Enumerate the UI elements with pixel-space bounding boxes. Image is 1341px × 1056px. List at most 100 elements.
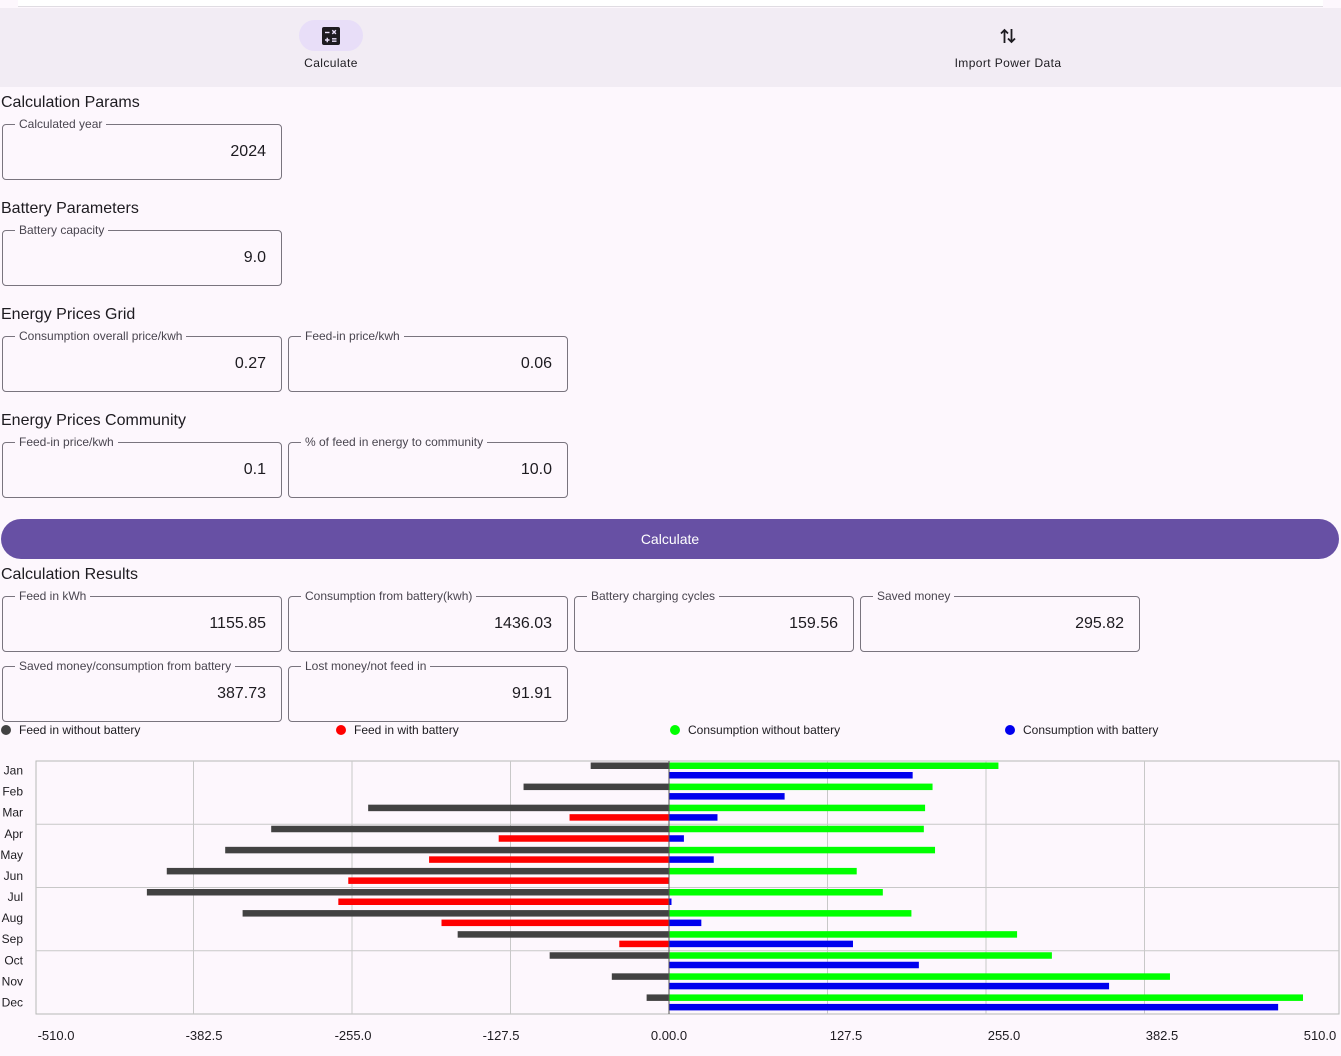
- bar-may-series-0: [225, 846, 669, 854]
- x-tick-label: 255.0: [988, 1028, 1021, 1043]
- lost-money-input[interactable]: [289, 667, 567, 721]
- legend-dot-cons-with: [1005, 725, 1015, 735]
- legend-feed-without-battery: Feed in without battery: [0, 723, 140, 737]
- bar-aug-series-3: [669, 919, 702, 927]
- bar-feb-series-2: [669, 783, 933, 791]
- bar-oct-series-3: [669, 961, 919, 969]
- bar-jan-series-2: [669, 762, 999, 769]
- bar-aug-series-2: [669, 910, 912, 917]
- saved-money-input[interactable]: [861, 597, 1139, 651]
- feed-in-kwh-input[interactable]: [3, 597, 281, 651]
- monthly-energy-bar-chart: Jan Feb Mar Apr May Jun Jul Aug Sep Oct Nov Dec -510…: [0, 760, 1340, 1043]
- x-tick-label: -255.0: [335, 1028, 372, 1043]
- consumption-from-battery-input[interactable]: [289, 597, 567, 651]
- top-divider: [18, 0, 1323, 7]
- bar-apr-series-1: [498, 835, 669, 842]
- legend-dot-feed-without: [1, 725, 11, 735]
- calculator-icon: [322, 26, 340, 45]
- swap-vertical-icon: [1000, 28, 1016, 43]
- nav-import-power-data[interactable]: Import Power Data: [908, 8, 1108, 87]
- bar-may-series-2: [669, 846, 936, 854]
- bar-may-series-3: [669, 856, 714, 863]
- x-tick-label: 382.5: [1146, 1028, 1179, 1043]
- bar-oct-series-2: [669, 952, 1052, 959]
- x-tick-label: 127.5: [830, 1028, 863, 1043]
- legend-label-cons-with: Consumption with battery: [1023, 723, 1159, 737]
- calculation-results-title: Calculation Results: [1, 566, 138, 583]
- bar-apr-series-0: [271, 825, 669, 833]
- x-tick-label: 0.00.0: [651, 1028, 687, 1043]
- calculated-year-input[interactable]: [3, 125, 281, 179]
- bar-apr-series-2: [669, 825, 924, 833]
- bar-jul-series-0: [146, 889, 670, 896]
- bar-jan-series-3: [669, 772, 913, 779]
- legend-dot-feed-with: [336, 725, 346, 735]
- grid-consumption-price-input[interactable]: [3, 337, 281, 391]
- y-tick-label: Sep: [2, 932, 24, 946]
- legend-label-feed-with: Feed in with battery: [354, 723, 459, 737]
- y-tick-label: Apr: [4, 827, 23, 841]
- grid-feedin-price-input[interactable]: [289, 337, 567, 391]
- saved-money-consumption-field: Saved money/consumption from battery: [2, 659, 282, 722]
- energy-prices-grid-title: Energy Prices Grid: [1, 306, 136, 323]
- y-tick-label: Feb: [2, 785, 23, 799]
- consumption-from-battery-field: Consumption from battery(kwh): [288, 589, 568, 652]
- bar-oct-series-0: [549, 952, 669, 959]
- bar-feb-series-3: [669, 793, 785, 800]
- bar-jul-series-1: [338, 898, 669, 905]
- legend-label-feed-without: Feed in without battery: [19, 723, 141, 737]
- y-tick-label: Jan: [4, 764, 23, 778]
- community-percent-input[interactable]: [289, 443, 567, 497]
- y-tick-label: Dec: [2, 995, 23, 1009]
- saved-money-consumption-input[interactable]: [3, 667, 281, 721]
- battery-capacity-input[interactable]: [3, 231, 281, 285]
- x-tick-label: -510.0: [38, 1028, 75, 1043]
- nav-import-indicator: [976, 20, 1040, 51]
- calculation-params-title: Calculation Params: [1, 94, 140, 111]
- bar-nov-series-0: [611, 973, 669, 980]
- battery-charging-cycles-field: Battery charging cycles: [574, 589, 854, 652]
- grid-feedin-price-field: Feed-in price/kwh: [288, 329, 568, 392]
- battery-charging-cycles-input[interactable]: [575, 597, 853, 651]
- saved-money-field: Saved money: [860, 589, 1140, 652]
- legend-dot-cons-without: [670, 725, 680, 735]
- bar-jun-series-2: [669, 867, 857, 875]
- bar-jun-series-0: [166, 867, 669, 875]
- bar-may-series-1: [429, 856, 669, 863]
- lost-money-field: Lost money/not feed in: [288, 659, 568, 722]
- community-feedin-price-input[interactable]: [3, 443, 281, 497]
- energy-prices-community-title: Energy Prices Community: [1, 412, 186, 429]
- bar-sep-series-2: [669, 931, 1018, 938]
- calculate-button[interactable]: Calculate: [1, 519, 1339, 559]
- bar-jul-series-2: [669, 889, 883, 896]
- bar-mar-series-0: [368, 804, 669, 812]
- legend-feed-with-battery: Feed in with battery: [335, 723, 459, 737]
- bar-dec-series-2: [669, 994, 1303, 1001]
- bar-dec-series-0: [646, 994, 669, 1001]
- legend-consumption-with-battery: Consumption with battery: [1004, 723, 1158, 737]
- legend-label-cons-without: Consumption without battery: [688, 723, 841, 737]
- x-tick-label: -382.5: [186, 1028, 223, 1043]
- bar-feb-series-0: [523, 783, 669, 791]
- battery-capacity-field: Battery capacity: [2, 223, 282, 286]
- community-feedin-price-field: Feed-in price/kwh: [2, 435, 282, 498]
- bar-mar-series-1: [569, 814, 669, 821]
- calculated-year-field: Calculated year: [2, 117, 282, 180]
- y-tick-label: Oct: [4, 953, 23, 967]
- y-tick-label: Jul: [8, 890, 23, 904]
- nav-calculate[interactable]: Calculate: [231, 8, 431, 87]
- y-tick-label: Mar: [2, 806, 23, 820]
- bar-sep-series-0: [457, 931, 669, 938]
- grid-consumption-price-field: Consumption overall price/kwh: [2, 329, 282, 392]
- bar-jan-series-0: [590, 762, 669, 769]
- y-tick-label: Jun: [4, 869, 23, 883]
- community-percent-field: % of feed in energy to community: [288, 435, 568, 498]
- battery-parameters-title: Battery Parameters: [1, 200, 139, 217]
- feed-in-kwh-field: Feed in kWh: [2, 589, 282, 652]
- bar-aug-series-1: [441, 919, 669, 927]
- bar-jun-series-1: [348, 877, 669, 884]
- bar-mar-series-3: [669, 814, 718, 821]
- x-tick-label: -127.5: [483, 1028, 520, 1043]
- bar-apr-series-3: [669, 835, 684, 842]
- nav-calculate-label: Calculate: [304, 56, 358, 70]
